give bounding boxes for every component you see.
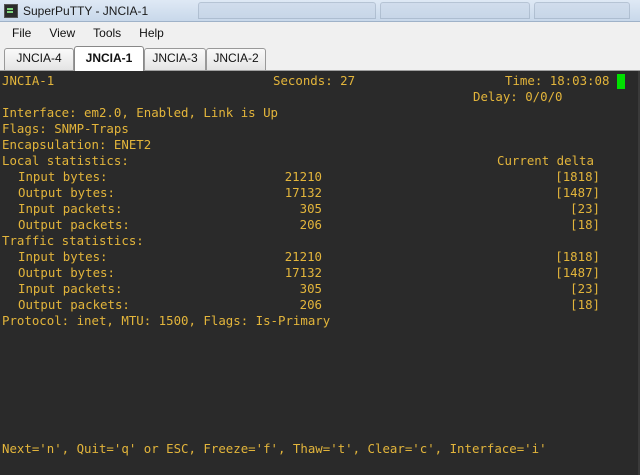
stat-value: 305 — [299, 201, 322, 216]
terminal-screen[interactable]: JNCIA-1 Seconds: 27 Time: 18:03:08 Delay… — [0, 71, 640, 475]
stat-value: 206 — [299, 297, 322, 312]
stat-value: 206 — [299, 217, 322, 232]
background-tab — [198, 2, 376, 19]
stat-label: Input packets: — [18, 201, 123, 216]
traffic-statistics-header: Traffic statistics: — [2, 233, 144, 248]
stat-label: Output bytes: — [18, 265, 115, 280]
menu-view[interactable]: View — [43, 26, 81, 40]
protocol-line: Protocol: inet, MTU: 1500, Flags: Is-Pri… — [2, 313, 331, 328]
encapsulation-line: Encapsulation: ENET2 — [2, 137, 152, 152]
current-delta-header: Current delta — [497, 153, 594, 168]
seconds-counter: Seconds: 27 — [273, 73, 356, 88]
stat-value: 17132 — [284, 265, 322, 280]
session-tab-strip: JNCIA-4 JNCIA-1 JNCIA-3 JNCIA-2 — [0, 43, 640, 71]
window-title: SuperPuTTY - JNCIA-1 — [23, 3, 149, 18]
stat-value: 21210 — [284, 249, 322, 264]
terminal-host: JNCIA-1 — [2, 73, 55, 88]
keyboard-help-line: Next='n', Quit='q' or ESC, Freeze='f', T… — [2, 441, 547, 456]
stat-label: Input bytes: — [18, 249, 108, 264]
background-window-tabs — [198, 2, 630, 19]
flags-line: Flags: SNMP-Traps — [2, 121, 129, 136]
menu-bar: File View Tools Help — [0, 22, 640, 43]
background-tab — [534, 2, 630, 19]
stat-delta: [18] — [570, 217, 600, 232]
stat-delta: [1487] — [555, 185, 600, 200]
stat-value: 305 — [299, 281, 322, 296]
terminal-cursor — [617, 74, 625, 89]
background-tab — [380, 2, 530, 19]
tab-jncia-4[interactable]: JNCIA-4 — [4, 48, 74, 70]
stat-label: Input packets: — [18, 281, 123, 296]
interface-line: Interface: em2.0, Enabled, Link is Up — [2, 105, 279, 120]
menu-tools[interactable]: Tools — [87, 26, 127, 40]
tab-jncia-3[interactable]: JNCIA-3 — [144, 48, 206, 70]
stat-label: Output packets: — [18, 297, 130, 312]
stat-delta: [1818] — [555, 249, 600, 264]
delay-display: Delay: 0/0/0 — [473, 89, 563, 104]
tab-jncia-1[interactable]: JNCIA-1 — [74, 46, 144, 71]
stat-label: Input bytes: — [18, 169, 108, 184]
tab-jncia-2[interactable]: JNCIA-2 — [206, 48, 266, 70]
time-display: Time: 18:03:08 — [505, 73, 610, 88]
stat-delta: [18] — [570, 297, 600, 312]
local-statistics-header: Local statistics: — [2, 153, 129, 168]
stat-value: 17132 — [284, 185, 322, 200]
stat-label: Output packets: — [18, 217, 130, 232]
stat-delta: [23] — [570, 281, 600, 296]
menu-file[interactable]: File — [6, 26, 37, 40]
menu-help[interactable]: Help — [133, 26, 170, 40]
title-bar: SuperPuTTY - JNCIA-1 — [0, 0, 640, 22]
putty-app-icon — [4, 3, 18, 18]
stat-delta: [1818] — [555, 169, 600, 184]
stat-value: 21210 — [284, 169, 322, 184]
stat-delta: [23] — [570, 201, 600, 216]
stat-label: Output bytes: — [18, 185, 115, 200]
stat-delta: [1487] — [555, 265, 600, 280]
